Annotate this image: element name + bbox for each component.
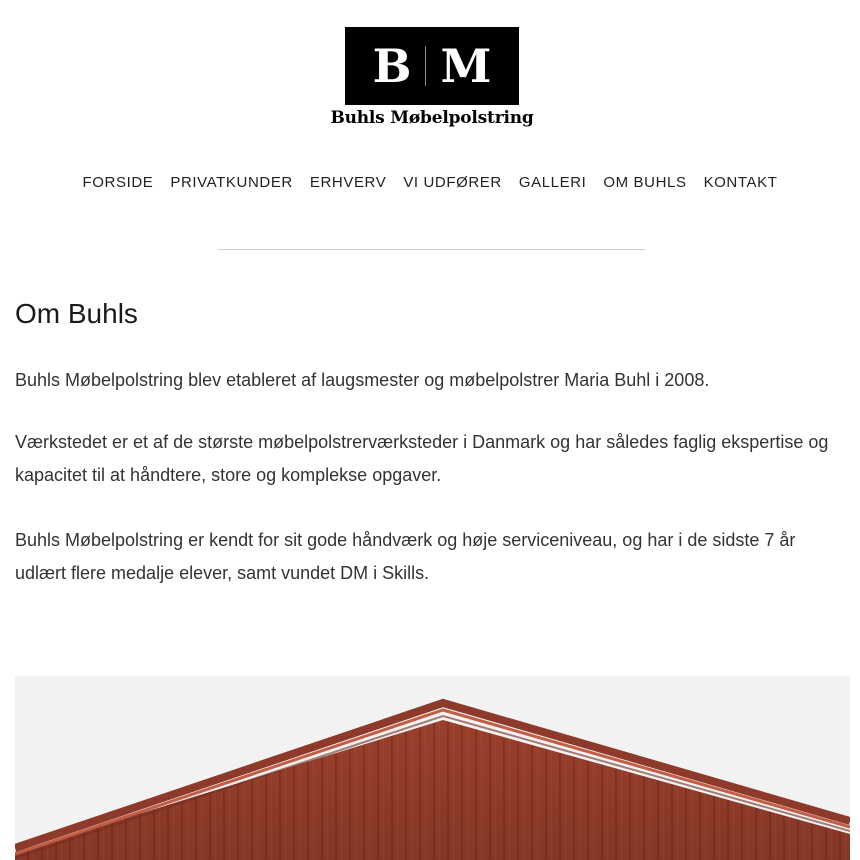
nav-item-galleri[interactable]: GALLERI: [519, 174, 587, 191]
hero-image-barn: [15, 676, 850, 860]
nav-item-om-buhls[interactable]: OM BUHLS: [603, 174, 686, 191]
logo-mark[interactable]: B M: [345, 27, 519, 105]
nav-item-vi-udforer[interactable]: VI UDFØRER: [403, 174, 502, 191]
logo-wordmark[interactable]: Buhls Møbelpolstring: [300, 108, 564, 128]
page-title: Om Buhls: [15, 298, 138, 329]
header-divider: [218, 249, 645, 250]
logo-divider: [425, 46, 427, 86]
workshop-paragraph: Værkstedet er et af de største møbelpols…: [15, 432, 829, 485]
logo-letter-m: M: [440, 39, 492, 93]
nav-item-privatkunder[interactable]: PRIVATKUNDER: [170, 174, 293, 191]
barn-gable-illustration: [15, 676, 850, 860]
reputation-paragraph: Buhls Møbelpolstring er kendt for sit go…: [15, 530, 796, 583]
logo-letter-b: B: [372, 39, 412, 93]
nav-item-erhverv[interactable]: ERHVERV: [310, 174, 386, 191]
nav-item-kontakt[interactable]: KONTAKT: [704, 174, 778, 191]
intro-paragraph: Buhls Møbelpolstring blev etableret af l…: [15, 370, 710, 390]
main-navigation: FORSIDE PRIVATKUNDER ERHVERV VI UDFØRER …: [0, 174, 860, 191]
nav-item-forside[interactable]: FORSIDE: [83, 174, 154, 191]
